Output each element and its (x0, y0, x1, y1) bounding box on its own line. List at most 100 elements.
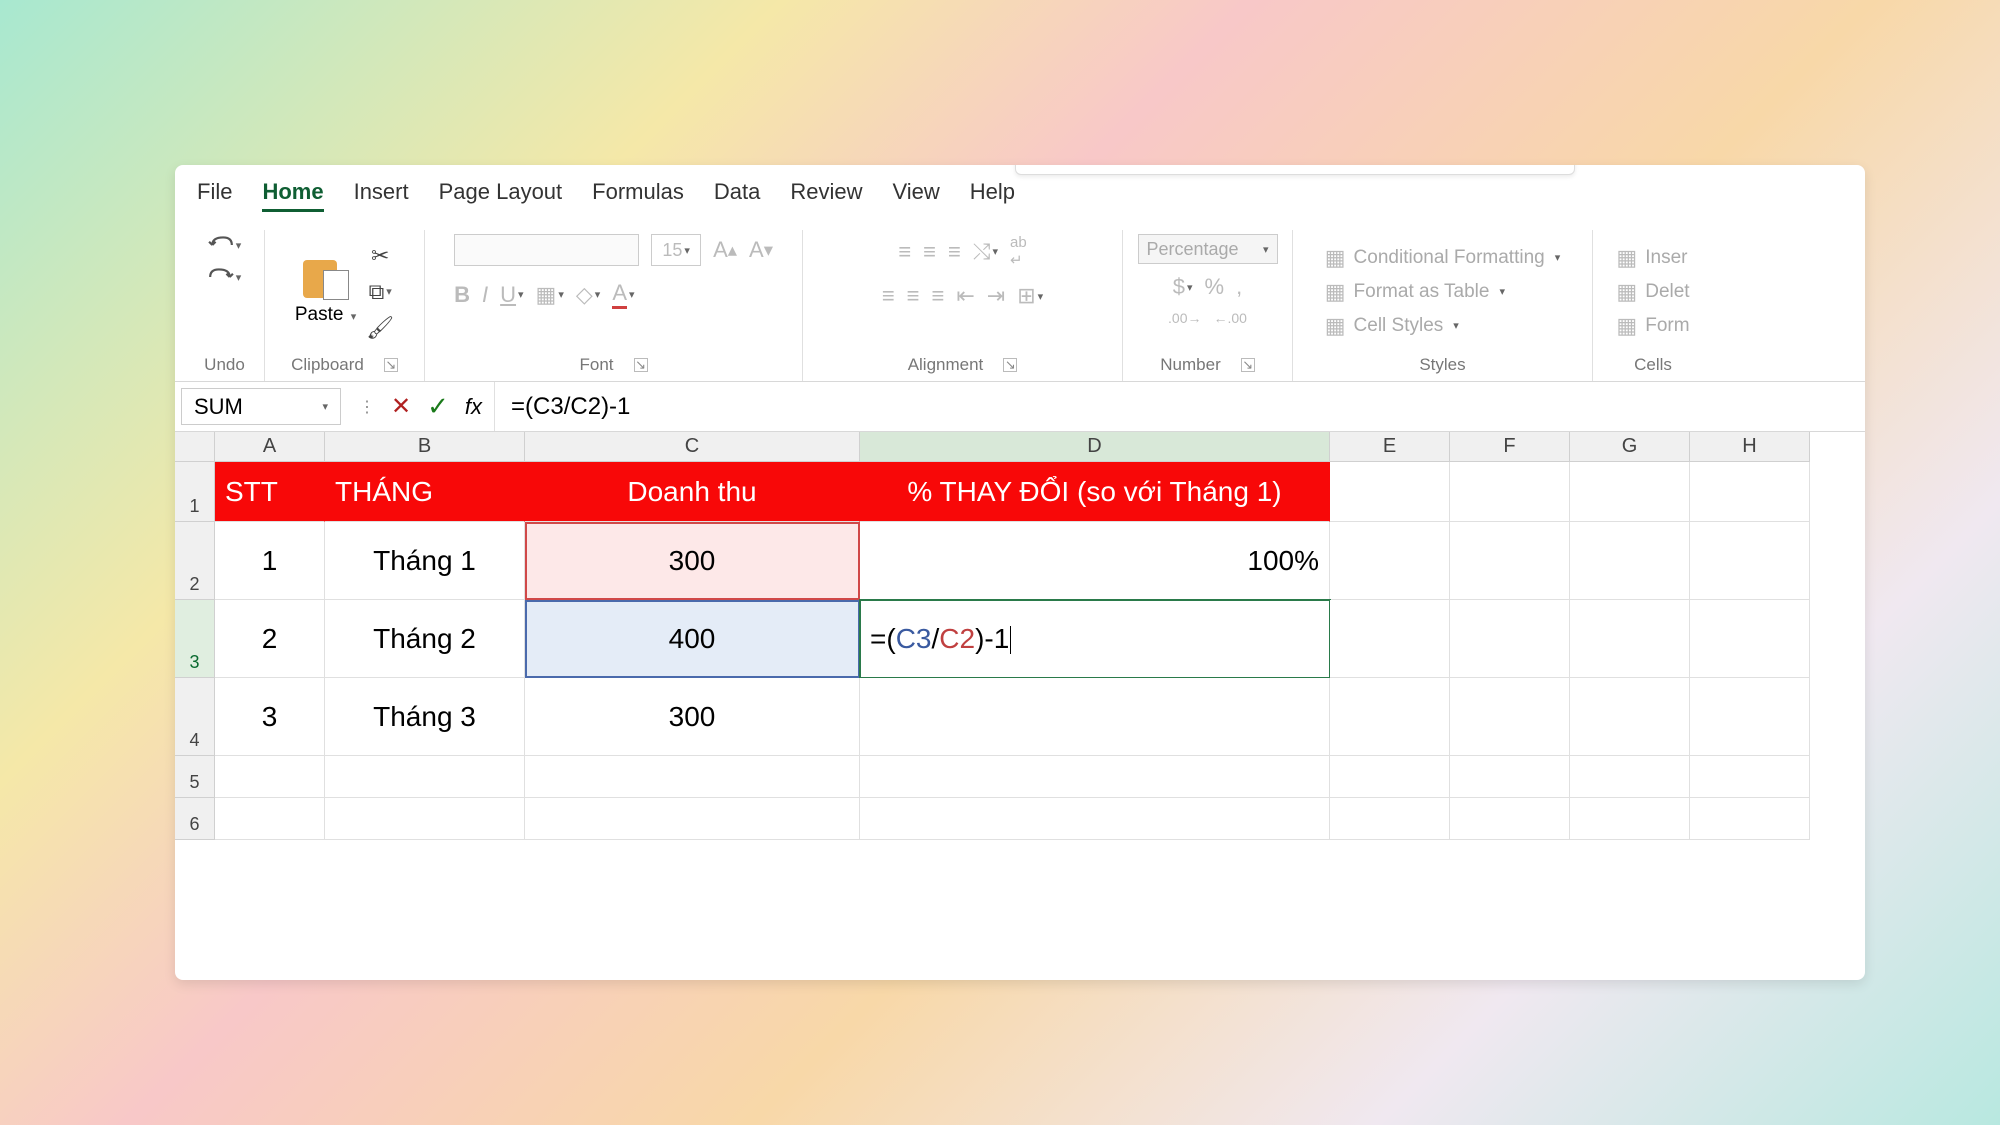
col-header-H[interactable]: H (1690, 432, 1810, 462)
align-center-icon[interactable]: ≡ (907, 283, 920, 309)
col-header-A[interactable]: A (215, 432, 325, 462)
cell-C6[interactable] (525, 798, 860, 840)
cell-D5[interactable] (860, 756, 1330, 798)
align-bottom-icon[interactable]: ≡ (948, 239, 961, 265)
row-header-4[interactable]: 4 (175, 678, 215, 756)
cell-styles-button[interactable]: ▦Cell Styles▾ (1325, 313, 1459, 339)
tab-file[interactable]: File (197, 179, 232, 212)
font-color-icon[interactable]: A▾ (612, 280, 634, 309)
insert-cells-button[interactable]: ▦Inser (1616, 245, 1687, 271)
cell-H5[interactable] (1690, 756, 1810, 798)
col-header-F[interactable]: F (1450, 432, 1570, 462)
tab-formulas[interactable]: Formulas (592, 179, 684, 212)
enter-icon[interactable]: ✓ (427, 391, 449, 422)
cell-G3[interactable] (1570, 600, 1690, 678)
cell-G6[interactable] (1570, 798, 1690, 840)
accounting-format-icon[interactable]: $▾ (1173, 274, 1193, 300)
cell-E4[interactable] (1330, 678, 1450, 756)
format-cells-button[interactable]: ▦Form (1616, 313, 1689, 339)
tab-insert[interactable]: Insert (354, 179, 409, 212)
fx-icon[interactable]: fx (465, 394, 482, 420)
spreadsheet-grid[interactable]: A B C D E F G H 1 STT THÁNG Doanh thu % … (175, 432, 1865, 840)
col-header-C[interactable]: C (525, 432, 860, 462)
cell-C1[interactable]: Doanh thu (525, 462, 860, 522)
copy-icon[interactable]: ⧉▾ (369, 279, 392, 305)
cell-E3[interactable] (1330, 600, 1450, 678)
cut-icon[interactable]: ✂ (371, 243, 389, 269)
cell-H3[interactable] (1690, 600, 1810, 678)
tab-help[interactable]: Help (970, 179, 1015, 212)
cell-B2[interactable]: Tháng 1 (325, 522, 525, 600)
clipboard-launcher-icon[interactable]: ↘ (384, 358, 398, 372)
delete-cells-button[interactable]: ▦Delet (1616, 279, 1689, 305)
cell-F3[interactable] (1450, 600, 1570, 678)
decrease-font-icon[interactable]: A▾ (749, 237, 773, 263)
cell-A4[interactable]: 3 (215, 678, 325, 756)
cell-F6[interactable] (1450, 798, 1570, 840)
number-format-select[interactable]: Percentage▾ (1138, 234, 1278, 264)
borders-icon[interactable]: ▦▾ (536, 282, 564, 308)
cell-D4[interactable] (860, 678, 1330, 756)
paste-icon[interactable] (303, 258, 349, 300)
tab-page-layout[interactable]: Page Layout (439, 179, 563, 212)
cell-D2[interactable]: 100% (860, 522, 1330, 600)
cell-C4[interactable]: 300 (525, 678, 860, 756)
paste-label[interactable]: Paste ▾ (295, 304, 356, 326)
row-header-6[interactable]: 6 (175, 798, 215, 840)
tab-home[interactable]: Home (262, 179, 323, 212)
cell-A5[interactable] (215, 756, 325, 798)
alignment-launcher-icon[interactable]: ↘ (1003, 358, 1017, 372)
row-header-5[interactable]: 5 (175, 756, 215, 798)
cell-D6[interactable] (860, 798, 1330, 840)
increase-font-icon[interactable]: A▴ (713, 237, 737, 263)
col-header-G[interactable]: G (1570, 432, 1690, 462)
cell-E5[interactable] (1330, 756, 1450, 798)
col-header-E[interactable]: E (1330, 432, 1450, 462)
wrap-text-icon[interactable]: ab↵ (1010, 234, 1027, 269)
cell-A6[interactable] (215, 798, 325, 840)
cell-B5[interactable] (325, 756, 525, 798)
cell-G5[interactable] (1570, 756, 1690, 798)
col-header-B[interactable]: B (325, 432, 525, 462)
align-left-icon[interactable]: ≡ (882, 283, 895, 309)
cell-B4[interactable]: Tháng 3 (325, 678, 525, 756)
cell-E6[interactable] (1330, 798, 1450, 840)
number-launcher-icon[interactable]: ↘ (1241, 358, 1255, 372)
cell-D3[interactable]: =(C3/C2)-1 (860, 600, 1330, 678)
conditional-formatting-button[interactable]: ▦Conditional Formatting▾ (1325, 245, 1560, 271)
align-middle-icon[interactable]: ≡ (923, 239, 936, 265)
cell-H4[interactable] (1690, 678, 1810, 756)
cell-A3[interactable]: 2 (215, 600, 325, 678)
tab-data[interactable]: Data (714, 179, 760, 212)
cell-D1[interactable]: % THAY ĐỔI (so với Tháng 1) (860, 462, 1330, 522)
bold-icon[interactable]: B (454, 282, 470, 308)
cell-B3[interactable]: Tháng 2 (325, 600, 525, 678)
comma-format-icon[interactable]: , (1236, 274, 1242, 300)
underline-icon[interactable]: U▾ (500, 282, 523, 308)
cell-H1[interactable] (1690, 462, 1810, 522)
cell-C3[interactable]: 400 (525, 600, 860, 678)
search-box[interactable] (1015, 165, 1575, 175)
increase-decimal-icon[interactable]: .00→ (1168, 310, 1201, 326)
decrease-decimal-icon[interactable]: ←.00 (1214, 310, 1247, 326)
font-name-select[interactable] (454, 234, 639, 266)
cell-H6[interactable] (1690, 798, 1810, 840)
cell-G4[interactable] (1570, 678, 1690, 756)
align-top-icon[interactable]: ≡ (898, 239, 911, 265)
tab-view[interactable]: View (892, 179, 939, 212)
formula-input[interactable]: =(C3/C2)-1 (495, 382, 1865, 431)
cell-F1[interactable] (1450, 462, 1570, 522)
format-painter-icon[interactable]: 🖌 (366, 315, 394, 341)
redo-icon[interactable]: ▾ (208, 266, 242, 288)
row-header-1[interactable]: 1 (175, 462, 215, 522)
cell-F4[interactable] (1450, 678, 1570, 756)
cancel-icon[interactable]: ✕ (391, 392, 411, 421)
percent-format-icon[interactable]: % (1205, 274, 1225, 300)
increase-indent-icon[interactable]: ⇥ (987, 283, 1005, 309)
row-header-2[interactable]: 2 (175, 522, 215, 600)
more-icon[interactable]: ⋮ (359, 397, 375, 417)
cell-A1[interactable]: STT (215, 462, 325, 522)
row-header-3[interactable]: 3 (175, 600, 215, 678)
select-all-corner[interactable] (175, 432, 215, 462)
cell-H2[interactable] (1690, 522, 1810, 600)
